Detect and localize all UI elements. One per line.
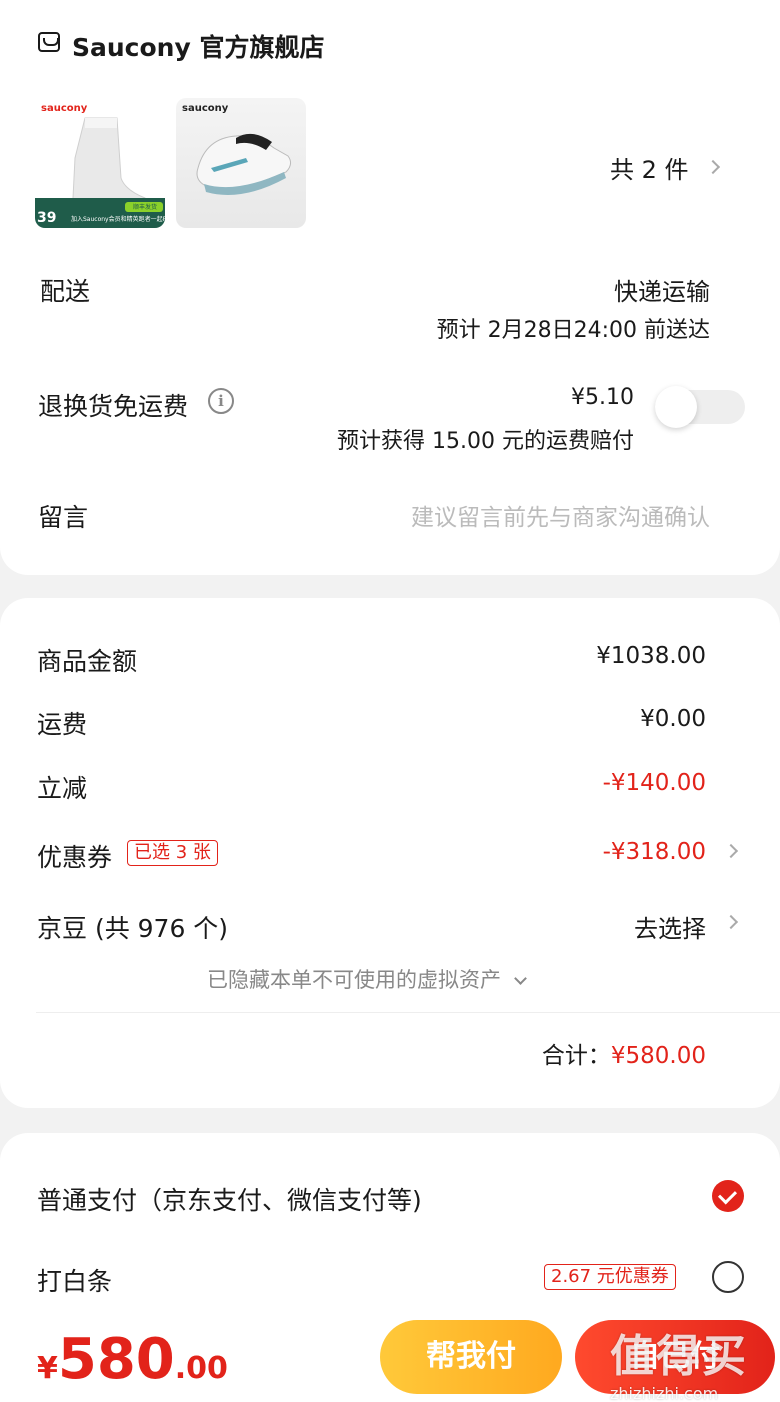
baitiao-coupon-tag: 2.67 元优惠券 xyxy=(544,1264,676,1290)
return-insurance-label: 退换货免运费 xyxy=(38,392,189,421)
chevron-down-icon xyxy=(513,972,527,985)
summary-divider xyxy=(36,1012,780,1013)
coupon-selected-tag: 已选 3 张 xyxy=(127,840,218,866)
order-total: 合计：¥580.00 xyxy=(542,1036,706,1070)
watermark-text: 值得买 xyxy=(610,1331,748,1382)
watermark-url: zhizhizhi.com xyxy=(610,1384,719,1402)
thumb1-price: 39 xyxy=(37,210,57,226)
item-count[interactable]: 共 2 件 xyxy=(610,150,689,185)
total-value: ¥580.00 xyxy=(610,1043,706,1069)
store-icon xyxy=(38,32,60,52)
thumb2-brand: saucony xyxy=(182,103,229,114)
payment-option-normal[interactable]: 普通支付（京东支付、微信支付等) xyxy=(37,1181,422,1217)
bottom-currency: ¥ xyxy=(37,1351,58,1386)
shipping-label: 运费 xyxy=(37,710,88,739)
message-input[interactable]: 建议留言前先与商家沟通确认 xyxy=(411,498,710,532)
unchecked-icon[interactable] xyxy=(712,1261,744,1293)
store-name[interactable]: Saucony 官方旗舰店 xyxy=(72,28,324,64)
product-thumbnail-shoe[interactable]: saucony xyxy=(176,98,306,228)
help-pay-button[interactable]: 帮我付 xyxy=(380,1320,562,1394)
checked-icon[interactable] xyxy=(712,1180,744,1212)
return-insurance-price: ¥5.10 xyxy=(571,385,634,410)
total-label: 合计： xyxy=(541,1043,611,1069)
delivery-eta: 预计 2月28日24:00 前送达 xyxy=(436,318,710,343)
shipping-value: ¥0.00 xyxy=(640,706,706,732)
discount-value: -¥140.00 xyxy=(602,770,706,796)
return-insurance-toggle[interactable] xyxy=(655,386,745,428)
message-label: 留言 xyxy=(38,503,89,532)
hidden-assets-text: 已隐藏本单不可使用的虚拟资产 xyxy=(207,968,501,992)
discount-label: 立减 xyxy=(37,774,88,803)
product-thumbnail-socks[interactable]: saucony 39 加入Saucony会员和精英跑者一起PB 顺丰发货 xyxy=(35,98,165,228)
goods-amount-label: 商品金额 xyxy=(37,647,138,676)
toggle-knob xyxy=(655,386,697,428)
bottom-amount-int: 580 xyxy=(57,1327,175,1392)
jd-beans-select[interactable]: 去选择 xyxy=(634,909,706,944)
coupon-label: 优惠券 xyxy=(37,843,113,872)
coupon-value[interactable]: -¥318.00 xyxy=(603,839,706,865)
delivery-method[interactable]: 快递运输 xyxy=(614,272,710,307)
thumb1-brand: saucony xyxy=(41,103,88,114)
thumb1-banner: 加入Saucony会员和精英跑者一起PB xyxy=(71,216,165,223)
payment-option-baitiao[interactable]: 打白条 xyxy=(37,1262,112,1298)
watermark-logo: 值得买 zhizhizhi.com xyxy=(610,1320,780,1402)
hidden-assets-toggle[interactable]: 已隐藏本单不可使用的虚拟资产 xyxy=(207,964,527,994)
thumb1-ship-badge: 顺丰发货 xyxy=(133,204,158,211)
jd-beans-label: 京豆 (共 976 个) xyxy=(37,914,229,943)
return-insurance-desc: 预计获得 15.00 元的运费赔付 xyxy=(337,429,634,454)
goods-amount-value: ¥1038.00 xyxy=(596,643,706,669)
shoe-image xyxy=(196,133,292,195)
info-icon[interactable]: i xyxy=(208,388,234,414)
delivery-label: 配送 xyxy=(40,277,91,306)
bottom-amount-dec: .00 xyxy=(174,1351,228,1386)
bottom-total: ¥580.00 xyxy=(37,1330,228,1390)
